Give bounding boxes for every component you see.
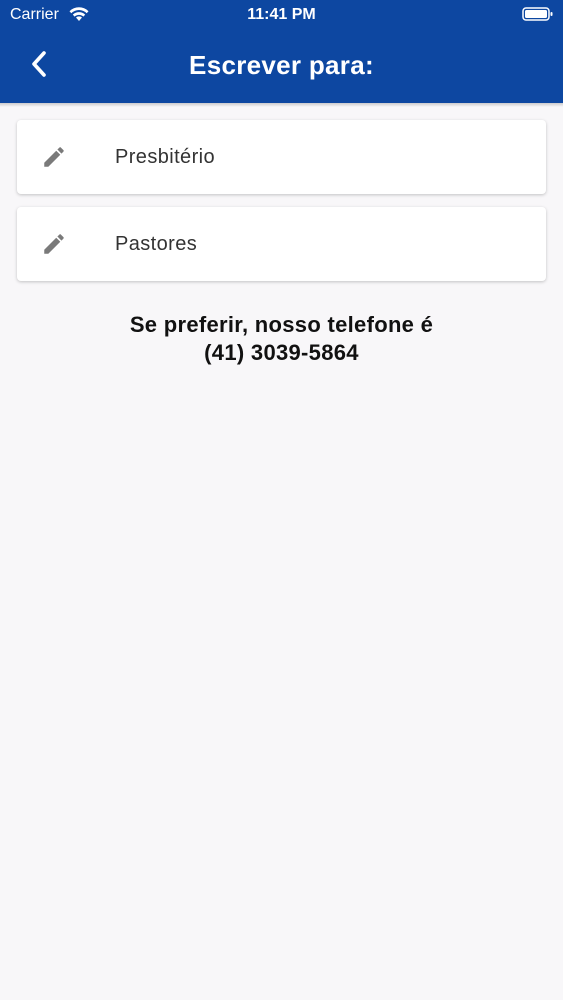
option-presbiterio[interactable]: Presbitério: [17, 120, 546, 194]
status-bar: Carrier 11:41 PM: [0, 0, 563, 30]
pencil-icon: [41, 144, 67, 170]
page-title: Escrever para:: [189, 50, 374, 80]
pencil-icon: [41, 231, 67, 257]
option-label: Presbitério: [115, 146, 215, 168]
battery-icon: [522, 6, 554, 27]
option-pastores[interactable]: Pastores: [17, 207, 546, 281]
contact-line-1: Se preferir, nosso telefone é: [129, 312, 434, 337]
header-shadow: [0, 103, 563, 107]
status-time: 11:41 PM: [247, 6, 316, 23]
contact-note: Se preferir, nosso telefone é (41) 3039-…: [0, 311, 563, 367]
option-label: Pastores: [115, 233, 198, 255]
app-header: Carrier 11:41 PM Escrever para:: [0, 0, 563, 103]
contact-phone[interactable]: (41) 3039-5864: [0, 339, 563, 367]
